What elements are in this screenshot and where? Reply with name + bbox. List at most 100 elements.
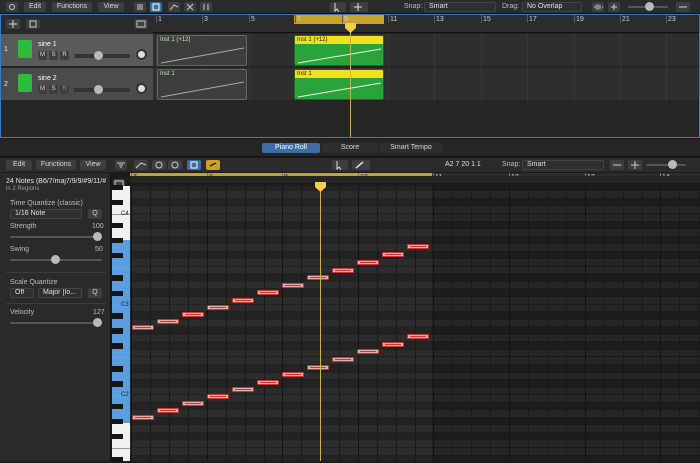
midi-note[interactable] [282,372,304,377]
add-track-button[interactable] [6,19,20,29]
functions-menu[interactable]: Functions [52,2,92,12]
global-tracks-icon[interactable] [134,19,148,29]
midi-note[interactable] [257,290,279,295]
black-key[interactable] [112,199,123,206]
editor-zoom-slider[interactable] [646,164,686,166]
mixer-icon[interactable] [200,2,212,12]
pointer-tool-icon[interactable] [330,2,346,12]
duplicate-icon[interactable] [26,19,40,29]
midi-note[interactable] [232,387,254,392]
view-menu[interactable]: View [98,2,124,12]
settings-icon[interactable] [6,2,18,12]
editor-zoom-slider-knob[interactable] [668,160,677,169]
filter-icon[interactable] [115,160,127,170]
black-key[interactable] [112,433,123,440]
midi-region[interactable]: Inst 1 [157,69,247,100]
midi-out-icon[interactable] [168,160,182,170]
black-key[interactable] [112,184,123,191]
black-key[interactable] [112,381,123,387]
midi-region-selected[interactable]: Inst 1 [294,69,384,100]
midi-note[interactable] [332,268,354,273]
midi-note[interactable] [357,349,379,354]
cycle-region[interactable] [294,15,384,24]
link-icon[interactable] [206,160,220,170]
waveform-icon[interactable] [592,2,604,12]
black-key[interactable] [112,343,123,349]
black-key[interactable] [112,275,123,281]
velocity-slider-knob[interactable] [93,318,102,327]
editor-playhead-handle[interactable] [315,182,326,192]
editor-functions-menu[interactable]: Functions [36,160,76,170]
plus-tool-icon[interactable] [350,2,368,12]
black-key[interactable] [112,418,123,425]
midi-note[interactable] [407,244,429,249]
track-name[interactable]: sine 2 [38,75,57,82]
midi-note[interactable] [182,401,204,406]
scale-quantize-button[interactable]: Q [88,288,102,298]
record-button[interactable]: R [60,51,69,60]
piano-roll-icon[interactable] [150,2,162,12]
volume-slider-knob[interactable] [94,85,103,94]
black-key[interactable] [112,222,123,228]
pointer-tool-icon[interactable] [332,160,348,170]
black-key[interactable] [112,237,123,244]
swing-slider-knob[interactable] [51,255,60,264]
midi-note[interactable] [307,365,329,370]
midi-note[interactable] [132,325,154,330]
velocity-slider[interactable] [10,322,102,324]
midi-note[interactable] [157,319,179,324]
edit-menu[interactable]: Edit [24,2,46,12]
mute-button[interactable]: M [38,51,47,60]
pan-knob[interactable] [136,83,147,94]
volume-slider-knob[interactable] [94,51,103,60]
playhead-handle[interactable] [345,23,356,33]
midi-note[interactable] [207,394,229,399]
midi-note[interactable] [132,415,154,420]
fit-icon[interactable] [676,2,690,12]
midi-note[interactable] [182,312,204,317]
zoom-icon[interactable] [628,160,642,170]
editor-view-menu[interactable]: View [80,160,106,170]
snap-select[interactable]: Smart [424,2,496,12]
quantize-button[interactable]: Q [88,209,102,219]
editor-edit-menu[interactable]: Edit [6,160,32,170]
mute-button[interactable]: M [38,85,47,94]
black-key[interactable] [112,328,123,334]
midi-region[interactable]: Inst 1 (+12) [157,35,247,66]
midi-note[interactable] [332,357,354,362]
strength-slider[interactable] [10,236,102,238]
drag-select[interactable]: No Overlap [522,2,582,12]
list-icon[interactable] [134,2,146,12]
midi-note[interactable] [257,380,279,385]
midi-note[interactable] [207,305,229,310]
tab-smart-tempo[interactable]: Smart Tempo [380,143,442,153]
midi-note[interactable] [232,298,254,303]
tab-piano-roll[interactable]: Piano Roll [262,143,320,153]
midi-note[interactable] [157,408,179,413]
midi-in-icon[interactable] [152,160,166,170]
black-key[interactable] [112,252,123,259]
black-key[interactable] [112,290,123,296]
tab-score[interactable]: Score [322,143,378,153]
zoom-slider-knob[interactable] [645,2,654,11]
midi-note[interactable] [407,334,429,339]
midi-note[interactable] [357,260,379,265]
black-key[interactable] [112,313,123,319]
midi-note[interactable] [382,252,404,257]
pencil-tool-icon[interactable] [352,160,370,170]
black-key[interactable] [112,456,123,463]
automation-icon[interactable] [168,2,180,12]
fit-icon[interactable] [610,160,624,170]
editor-snap-select[interactable]: Smart [522,160,604,170]
strength-slider-knob[interactable] [93,232,102,241]
pan-knob[interactable] [136,49,147,60]
scissors-icon[interactable] [184,2,196,12]
catch-icon[interactable] [187,160,201,170]
solo-button[interactable]: S [49,51,58,60]
scale-mode-select[interactable]: Major [Io... [38,288,82,298]
track-name[interactable]: sine 1 [38,41,57,48]
zoom-icon[interactable] [608,2,620,12]
midi-region-selected[interactable]: Inst 1 (+12) [294,35,384,66]
midi-note[interactable] [282,283,304,288]
midi-note[interactable] [307,275,329,280]
